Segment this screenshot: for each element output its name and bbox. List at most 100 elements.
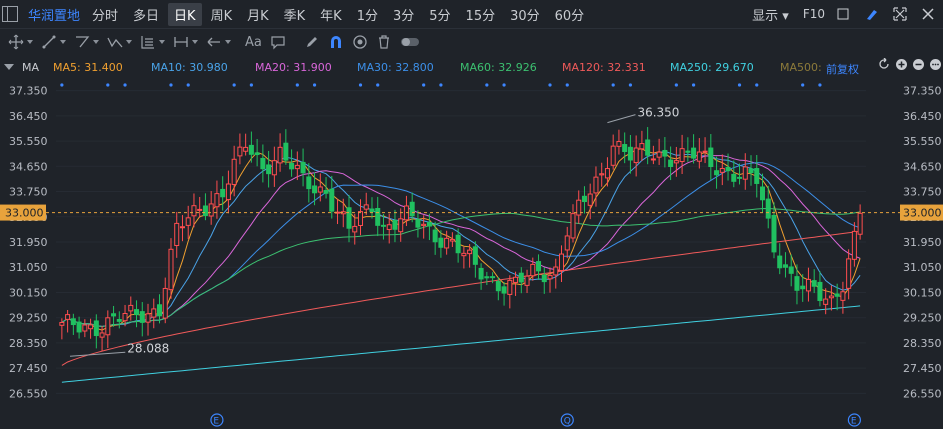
candle-body[interactable] <box>174 222 180 247</box>
candle-body[interactable] <box>794 276 800 291</box>
tab-yearly-k[interactable]: 年K <box>314 3 348 26</box>
tab-weekly-k[interactable]: 周K <box>205 3 239 26</box>
candle-body[interactable] <box>708 147 714 168</box>
candle-body[interactable] <box>800 285 806 290</box>
polyline-tool[interactable] <box>74 34 99 50</box>
tab-multi-day[interactable]: 多日 <box>127 3 165 26</box>
candle-body[interactable] <box>88 324 94 330</box>
toggle-tool[interactable] <box>400 34 420 50</box>
tab-monthly-k[interactable]: 月K <box>241 3 275 26</box>
candle-body[interactable] <box>627 146 633 161</box>
candle-body[interactable] <box>731 173 737 182</box>
candle-body[interactable] <box>846 258 852 289</box>
candle-body[interactable] <box>656 151 662 158</box>
tab-quarterly-k[interactable]: 季K <box>278 3 312 26</box>
crosshair-tool[interactable] <box>8 34 33 50</box>
candle-body[interactable] <box>369 208 375 213</box>
candle-body[interactable] <box>438 237 444 248</box>
candlestick-chart[interactable]: 37.350 37.350 36.450 36.450 35.550 35.550 34.6… <box>0 78 943 429</box>
candle-body[interactable] <box>128 304 134 312</box>
fibonacci-tool[interactable] <box>140 34 165 50</box>
candle-body[interactable] <box>645 139 651 156</box>
comment-tool[interactable] <box>270 34 286 50</box>
candle-body[interactable] <box>840 291 846 301</box>
candle-body[interactable] <box>714 170 720 176</box>
candle-body[interactable] <box>702 150 708 153</box>
candle-body[interactable] <box>472 246 478 265</box>
candle-body[interactable] <box>455 234 461 254</box>
candle-body[interactable] <box>547 274 553 280</box>
tab-15min[interactable]: 15分 <box>460 3 502 26</box>
candle-body[interactable] <box>599 173 605 176</box>
candle-body[interactable] <box>691 147 697 159</box>
add-icon[interactable] <box>896 58 907 70</box>
candle-body[interactable] <box>375 208 381 226</box>
range-tool[interactable] <box>173 34 198 50</box>
candle-body[interactable] <box>622 144 628 153</box>
candle-body[interactable] <box>507 279 513 295</box>
candle-body[interactable] <box>306 176 312 190</box>
candle-body[interactable] <box>168 248 174 291</box>
close-icon[interactable] <box>921 7 935 21</box>
candle-body[interactable] <box>444 237 450 249</box>
text-tool[interactable]: Aa <box>239 35 262 50</box>
candle-body[interactable] <box>145 313 151 323</box>
candle-body[interactable] <box>248 144 254 155</box>
candle-body[interactable] <box>122 312 128 322</box>
candle-body[interactable] <box>289 162 295 170</box>
candle-body[interactable] <box>696 151 702 162</box>
adjust-mode-button[interactable]: 前复权 <box>826 61 859 77</box>
display-menu-button[interactable]: 显示 ▾ <box>752 5 789 24</box>
candle-body[interactable] <box>857 212 863 235</box>
candle-body[interactable] <box>260 157 266 170</box>
candle-body[interactable] <box>558 253 565 271</box>
candle-body[interactable] <box>409 201 415 217</box>
candle-body[interactable] <box>662 149 668 157</box>
candle-body[interactable] <box>214 193 220 208</box>
candle-body[interactable] <box>139 311 145 323</box>
candle-body[interactable] <box>415 219 421 228</box>
collapse-caret-icon[interactable] <box>4 64 14 70</box>
candle-body[interactable] <box>484 276 490 279</box>
candle-body[interactable] <box>828 295 834 299</box>
candle-body[interactable] <box>742 166 748 180</box>
candle-body[interactable] <box>685 150 691 153</box>
candle-body[interactable] <box>76 321 82 333</box>
candle-body[interactable] <box>834 293 840 297</box>
candle-body[interactable] <box>593 176 599 194</box>
candle-body[interactable] <box>765 198 771 219</box>
delete-tool[interactable] <box>376 34 392 50</box>
candle-body[interactable] <box>719 167 725 173</box>
tab-5min[interactable]: 5分 <box>423 3 456 26</box>
candle-body[interactable] <box>581 195 587 203</box>
candle-body[interactable] <box>616 141 622 147</box>
candle-body[interactable] <box>754 168 760 184</box>
pen-tool[interactable] <box>304 34 320 50</box>
line-tool[interactable] <box>41 34 66 50</box>
candle-body[interactable] <box>197 208 203 211</box>
square-dropdown-icon[interactable] <box>837 7 851 21</box>
candle-body[interactable] <box>277 146 283 164</box>
candle-body[interactable] <box>65 314 71 320</box>
candle-body[interactable] <box>737 176 743 179</box>
remove-icon[interactable] <box>913 58 924 70</box>
candle-body[interactable] <box>524 275 530 286</box>
sidebar-toggle-icon[interactable] <box>2 6 18 22</box>
candle-body[interactable] <box>220 188 226 198</box>
tab-daily-k[interactable]: 日K <box>168 2 202 26</box>
candle-body[interactable] <box>323 190 329 194</box>
candle-body[interactable] <box>134 309 140 316</box>
candle-body[interactable] <box>283 142 289 161</box>
candle-body[interactable] <box>811 280 817 287</box>
candle-body[interactable] <box>363 204 369 210</box>
candle-body[interactable] <box>116 318 122 322</box>
candle-body[interactable] <box>461 252 467 257</box>
wave-tool[interactable] <box>107 34 132 50</box>
candle-body[interactable] <box>312 185 318 194</box>
stock-name[interactable]: 华润置地 <box>28 5 80 24</box>
candle-body[interactable] <box>162 287 168 319</box>
candle-body[interactable] <box>231 158 237 185</box>
candle-body[interactable] <box>673 160 679 164</box>
candle-body[interactable] <box>823 298 829 305</box>
candle-body[interactable] <box>759 186 766 201</box>
